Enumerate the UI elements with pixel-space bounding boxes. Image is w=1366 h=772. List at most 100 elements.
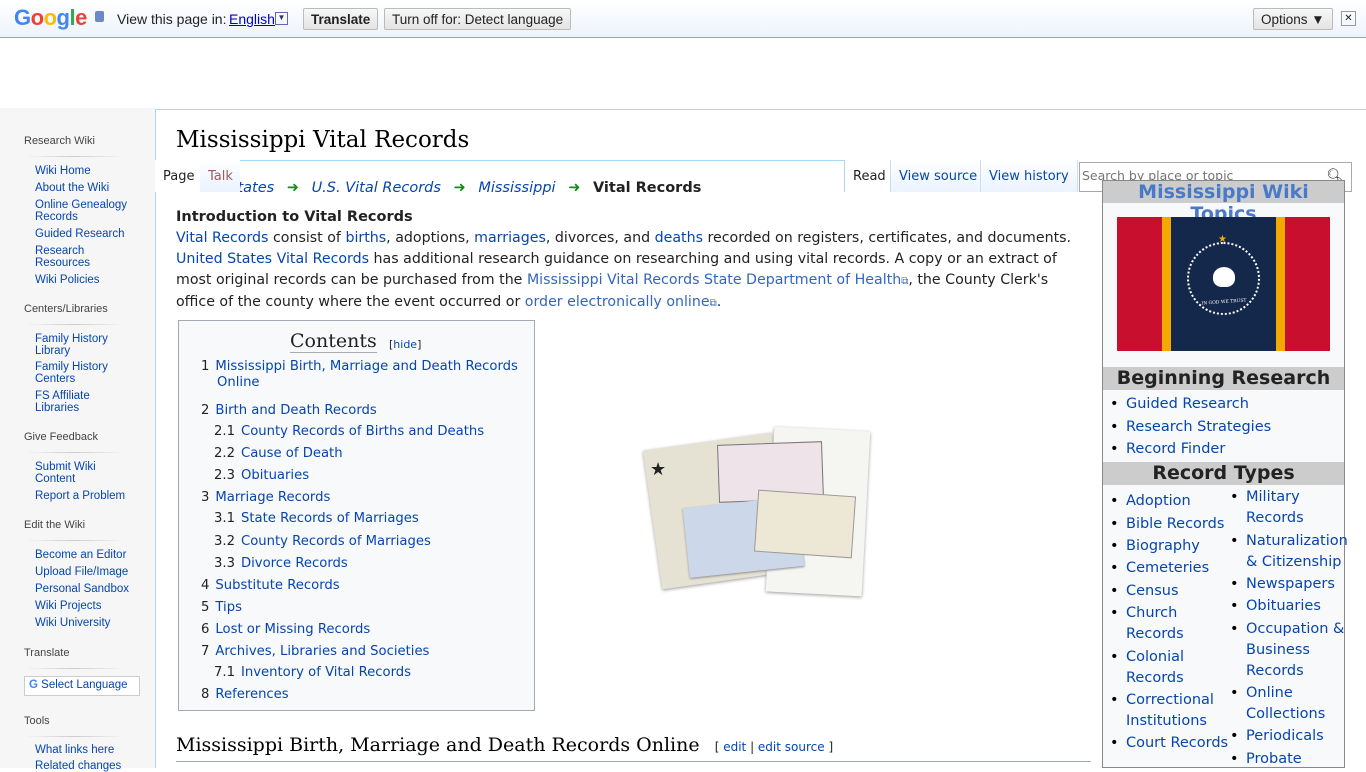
- toc-item[interactable]: 2.3 Obituaries: [214, 468, 309, 483]
- translate-button[interactable]: Translate: [303, 8, 379, 30]
- tab-page[interactable]: Page: [155, 160, 203, 192]
- toc-label: Archives, Libraries and Societies: [215, 644, 430, 659]
- topic-research-strategies[interactable]: Research Strategies: [1110, 417, 1271, 438]
- sidebar-item-report[interactable]: Report a Problem: [35, 490, 135, 502]
- sidebar-item-sandbox[interactable]: Personal Sandbox: [35, 583, 135, 595]
- sidebar-item-fhl[interactable]: Family History Library: [35, 333, 115, 357]
- intro-paragraph-2: United States Vital Records has addition…: [176, 249, 1091, 314]
- record-type-link[interactable]: Naturalization & Citizenship: [1230, 531, 1348, 573]
- toc-item[interactable]: 2.1 County Records of Births and Deaths: [214, 424, 484, 439]
- toc-item[interactable]: 3.1 State Records of Marriages: [214, 511, 419, 526]
- link-order-online[interactable]: order electronically online: [525, 294, 710, 310]
- beginning-research-header: Beginning Research: [1103, 367, 1344, 390]
- link-ms-health-dept[interactable]: Mississippi Vital Records State Departme…: [527, 272, 901, 288]
- toc-number: 2: [201, 403, 210, 418]
- toc-item[interactable]: 7 Archives, Libraries and Societies: [201, 644, 429, 659]
- topic-record-finder[interactable]: Record Finder: [1110, 439, 1225, 460]
- toc-label: Mississippi Birth, Marriage and Death Re…: [215, 359, 518, 390]
- toc-label: County Records of Marriages: [240, 534, 431, 549]
- section-heading: Mississippi Birth, Marriage and Death Re…: [176, 734, 1091, 762]
- record-type-link[interactable]: Correctional Institutions: [1110, 690, 1231, 732]
- link-births[interactable]: births: [345, 230, 386, 246]
- breadcrumb-us-vital[interactable]: U.S. Vital Records: [312, 180, 441, 196]
- sidebar-item-wiki-home[interactable]: Wiki Home: [35, 165, 135, 177]
- edit-source-link[interactable]: edit source: [758, 740, 825, 754]
- toc-number: 7: [201, 644, 210, 659]
- sidebar-item-research-resources[interactable]: Research Resources: [35, 245, 135, 269]
- record-type-link[interactable]: Census: [1110, 581, 1231, 602]
- record-type-link[interactable]: Cemeteries: [1110, 558, 1231, 579]
- sidebar-item-related-changes[interactable]: Related changes: [35, 760, 135, 772]
- close-icon[interactable]: ✕: [1341, 11, 1356, 26]
- record-type-link[interactable]: Adoption: [1110, 491, 1231, 512]
- topic-guided-research[interactable]: Guided Research: [1110, 394, 1249, 415]
- tab-talk[interactable]: Talk: [200, 160, 240, 192]
- tab-view-history[interactable]: View history: [980, 160, 1078, 192]
- toc-item[interactable]: 3 Marriage Records: [201, 490, 330, 505]
- sidebar-item-online-records[interactable]: Online Genealogy Records: [35, 199, 135, 223]
- arrow-icon: ➜: [286, 180, 299, 196]
- breadcrumb-mississippi[interactable]: Mississippi: [478, 180, 555, 196]
- toc-item[interactable]: 4 Substitute Records: [201, 578, 340, 593]
- record-type-link[interactable]: Colonial Records: [1110, 647, 1231, 689]
- table-of-contents: Contents [hide] 1 Mississippi Birth, Marr…: [178, 320, 535, 711]
- google-g-icon: G: [29, 679, 38, 691]
- toc-item[interactable]: 5 Tips: [201, 600, 242, 615]
- sidebar-item-guided-research[interactable]: Guided Research: [35, 228, 135, 240]
- sidebar-item-wiki-policies[interactable]: Wiki Policies: [35, 274, 135, 286]
- record-type-link[interactable]: Court Records: [1110, 733, 1231, 754]
- topics-title[interactable]: Mississippi Wiki Topics: [1103, 181, 1344, 225]
- record-type-link[interactable]: Online Collections: [1230, 683, 1346, 725]
- toc-item[interactable]: 7.1 Inventory of Vital Records: [214, 665, 411, 680]
- sidebar-item-fhc[interactable]: Family History Centers: [35, 361, 115, 385]
- record-type-link[interactable]: Newspapers: [1230, 574, 1346, 595]
- view-label: View this page in:: [117, 11, 227, 27]
- record-type-link[interactable]: Military Records: [1230, 487, 1346, 529]
- toc-hide-link[interactable]: hide: [393, 338, 417, 351]
- link-deaths[interactable]: deaths: [655, 230, 703, 246]
- dropdown-icon[interactable]: ▼: [275, 12, 288, 25]
- vital-records-image: ★: [642, 425, 871, 600]
- record-type-link[interactable]: Periodicals: [1230, 726, 1346, 747]
- tab-view-source[interactable]: View source: [890, 160, 986, 192]
- toc-label: State Records of Marriages: [240, 511, 419, 526]
- toc-item[interactable]: 2 Birth and Death Records: [201, 403, 377, 418]
- sidebar-item-about[interactable]: About the Wiki: [35, 182, 135, 194]
- toc-item[interactable]: 1 Mississippi Birth, Marriage and Death R…: [201, 359, 521, 391]
- sidebar-item-projects[interactable]: Wiki Projects: [35, 600, 135, 612]
- record-type-link[interactable]: Biography: [1110, 536, 1231, 557]
- select-language-widget[interactable]: G Select Language: [24, 676, 140, 696]
- turn-off-button[interactable]: Turn off for: Detect language: [384, 8, 572, 30]
- language-select[interactable]: English: [229, 11, 275, 27]
- section-title: Mississippi Birth, Marriage and Death Re…: [176, 734, 700, 756]
- record-type-link[interactable]: Occupation & Business Records: [1230, 619, 1346, 682]
- toc-item[interactable]: 3.3 Divorce Records: [214, 556, 348, 571]
- page-title: Mississippi Vital Records: [176, 127, 470, 153]
- toc-item[interactable]: 6 Lost or Missing Records: [201, 622, 370, 637]
- toc-number: 1: [201, 359, 210, 374]
- sidebar-item-what-links[interactable]: What links here: [35, 744, 135, 756]
- link-vital-records[interactable]: Vital Records: [176, 230, 268, 246]
- link-us-vital-records[interactable]: United States Vital Records: [176, 251, 369, 267]
- record-type-link[interactable]: Bible Records: [1110, 514, 1231, 535]
- link-marriages[interactable]: marriages: [474, 230, 546, 246]
- sidebar-item-affiliate[interactable]: FS Affiliate Libraries: [35, 390, 115, 414]
- toc-item[interactable]: 2.2 Cause of Death: [214, 446, 343, 461]
- sidebar-item-upload[interactable]: Upload File/Image: [35, 566, 135, 578]
- toc-item[interactable]: 8 References: [201, 687, 289, 702]
- toc-item[interactable]: 3.2 County Records of Marriages: [214, 534, 431, 549]
- translate-bar: Google View this page in: English ▼ Tran…: [0, 0, 1366, 38]
- toc-label: References: [215, 687, 289, 702]
- sidebar-item-submit[interactable]: Submit Wiki Content: [35, 461, 115, 485]
- edit-link[interactable]: edit: [723, 740, 746, 754]
- sidebar-item-university[interactable]: Wiki University: [35, 617, 135, 629]
- record-type-link[interactable]: Church Records: [1110, 603, 1231, 645]
- toc-number: 7.1: [214, 665, 235, 680]
- toc-number: 3.3: [214, 556, 235, 571]
- options-button[interactable]: Options ▼: [1253, 8, 1333, 30]
- sidebar-item-become-editor[interactable]: Become an Editor: [35, 549, 135, 561]
- record-type-link[interactable]: Probate: [1230, 749, 1346, 770]
- toc-label: Tips: [215, 600, 242, 615]
- tab-read[interactable]: Read: [844, 160, 894, 192]
- record-type-link[interactable]: Obituaries: [1230, 596, 1346, 617]
